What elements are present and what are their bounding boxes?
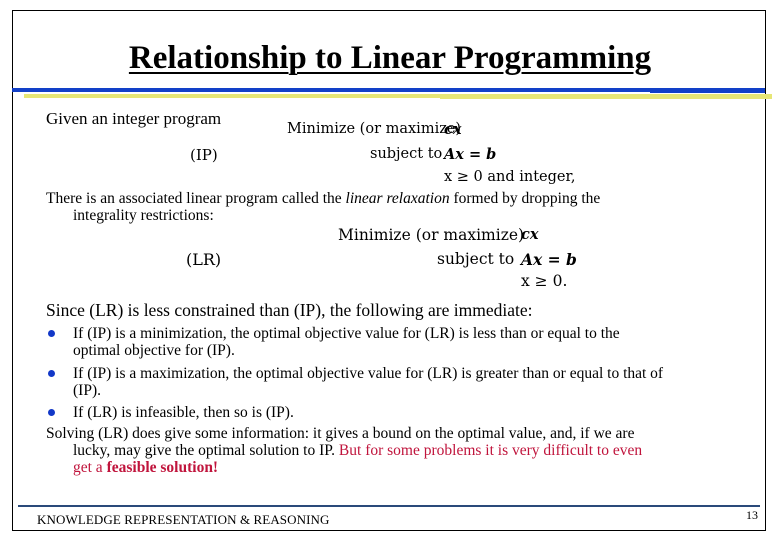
lr-label: (LR) xyxy=(186,250,222,269)
title-rule-blue xyxy=(12,88,513,92)
bullet-2-line-1: If (IP) is a maximization, the optimal o… xyxy=(73,365,664,382)
bullet-dot-icon xyxy=(48,409,55,416)
relaxation-text-a: There is an associated linear program ca… xyxy=(46,190,346,207)
ip-objective-label: Minimize (or maximize) xyxy=(287,121,462,137)
bullet-1-line-1: If (IP) is a minimization, the optimal o… xyxy=(73,325,620,342)
bullet-2-line-2: (IP). xyxy=(73,382,101,399)
ip-constraint-2: x ≥ 0 and integer, xyxy=(444,169,576,185)
relaxation-paragraph: There is an associated linear program ca… xyxy=(46,190,600,224)
relaxation-term: linear relaxation xyxy=(345,190,450,207)
ip-subject-label: subject to xyxy=(370,146,443,162)
ip-label: (IP) xyxy=(190,146,218,164)
bullet-1-line-2: optimal objective for (IP). xyxy=(73,342,235,359)
bullet-text: If (LR) is infeasible, then so is (IP). xyxy=(73,404,294,421)
solving-paragraph: Solving (LR) does give some information:… xyxy=(46,425,642,476)
solving-line-1: Solving (LR) does give some information:… xyxy=(46,425,635,442)
relaxation-text-b: formed by dropping the xyxy=(449,190,601,207)
page-number: 13 xyxy=(746,508,758,522)
relaxation-text-line2: integrality restrictions: xyxy=(73,207,214,224)
lr-subject-label: subject to xyxy=(437,250,515,268)
title-rule-blue-right xyxy=(650,88,765,93)
title-rule-yellow xyxy=(24,94,440,98)
bullet-3-line-1: If (LR) is infeasible, then so is (IP). xyxy=(73,404,294,421)
lr-constraint-2: x ≥ 0. xyxy=(521,272,568,290)
footer-label: KNOWLEDGE REPRESENTATION & REASONING xyxy=(37,512,330,527)
lr-objective-label: Minimize (or maximize) xyxy=(338,226,525,244)
ip-objective-expr: cx xyxy=(444,121,462,138)
title-rule-blue-middle xyxy=(513,88,650,92)
lr-constraint-1: Ax = b xyxy=(521,250,577,269)
solving-emphasis-line-3: get a xyxy=(73,459,107,476)
solving-emphasis: But for some problems it is very difficu… xyxy=(338,442,643,459)
solving-line-2: lucky, may give the optimal solution to … xyxy=(73,442,339,459)
lr-objective-expr: cx xyxy=(521,226,539,243)
intro-text: Given an integer program xyxy=(46,109,222,128)
footer-rule xyxy=(18,505,760,507)
bullet-text: If (IP) is a minimization, the optimal o… xyxy=(73,325,620,359)
title-rule-yellow-right xyxy=(440,94,772,99)
slide-title: Relationship to Linear Programming xyxy=(128,40,652,76)
ip-constraint-1: Ax = b xyxy=(444,146,497,163)
feasible-solution-emphasis: feasible solution! xyxy=(106,459,219,476)
bullet-text: If (IP) is a maximization, the optimal o… xyxy=(73,365,663,399)
since-text: Since (LR) is less constrained than (IP)… xyxy=(46,300,533,320)
bullet-dot-icon xyxy=(48,370,55,377)
bullet-dot-icon xyxy=(48,330,55,337)
